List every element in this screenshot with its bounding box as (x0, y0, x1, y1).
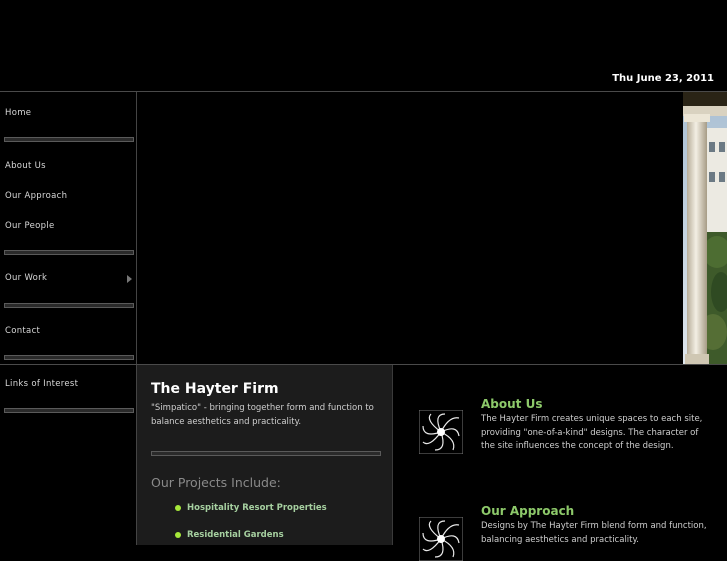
nav-separator (4, 355, 134, 360)
nav-contact[interactable]: Contact (5, 326, 40, 336)
project-item[interactable]: Hospitality Resort Properties (187, 503, 327, 513)
nav-separator (4, 303, 134, 308)
swirl-logo-icon (419, 517, 463, 561)
firm-title: The Hayter Firm (151, 381, 279, 397)
our-approach-heading[interactable]: Our Approach (481, 504, 574, 518)
nav-separator (4, 137, 134, 142)
intro-panel: The Hayter Firm "Simpatico" - bringing t… (137, 365, 393, 545)
nav-separator (4, 408, 134, 413)
nav-separator (4, 250, 134, 255)
firm-slogan: "Simpatico" - bringing together form and… (151, 403, 374, 427)
panel-separator (151, 451, 381, 456)
nav-our-work[interactable]: Our Work (5, 273, 47, 283)
nav-home[interactable]: Home (5, 108, 31, 118)
projects-heading: Our Projects Include: (151, 475, 281, 490)
project-item[interactable]: Residential Gardens (187, 530, 284, 540)
about-us-text: The Hayter Firm creates unique spaces to… (481, 414, 703, 451)
hero-photo-column-image (683, 92, 727, 364)
submenu-arrow-icon[interactable] (127, 275, 132, 283)
swirl-logo-icon (419, 410, 463, 454)
nav-about-us[interactable]: About Us (5, 161, 46, 171)
hero-banner (137, 92, 727, 364)
our-approach-text: Designs by The Hayter Firm blend form an… (481, 521, 707, 545)
date-display: Thu June 23, 2011 (612, 73, 714, 84)
sections-panel: About Us The Hayter Firm creates unique … (393, 365, 727, 561)
sidebar-nav: Home About Us Our Approach Our People Ou… (0, 92, 137, 545)
nav-our-approach[interactable]: Our Approach (5, 191, 67, 201)
nav-our-people[interactable]: Our People (5, 221, 55, 231)
bullet-icon (175, 532, 181, 538)
about-us-heading[interactable]: About Us (481, 397, 542, 411)
nav-links-of-interest[interactable]: Links of Interest (5, 379, 78, 389)
bullet-icon (175, 505, 181, 511)
